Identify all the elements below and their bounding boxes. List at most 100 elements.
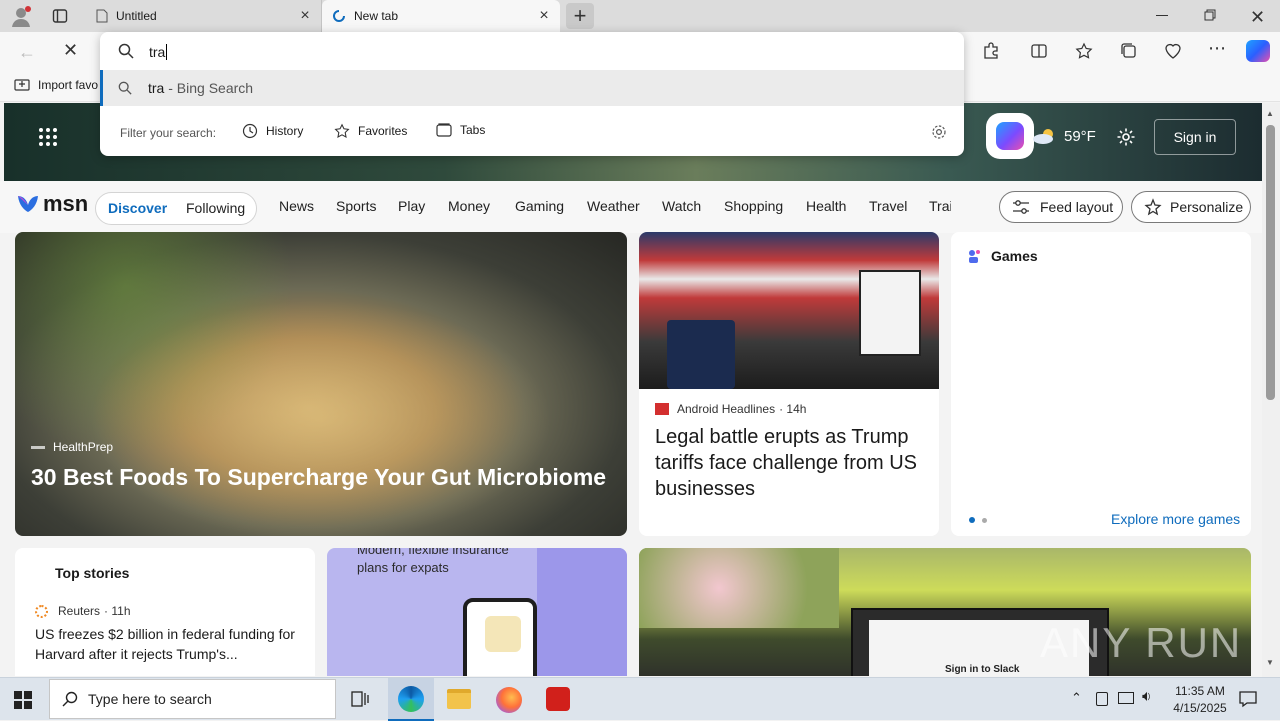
nav-sports[interactable]: Sports <box>336 198 376 214</box>
firefox-icon[interactable] <box>496 687 522 713</box>
profile-icon[interactable] <box>10 5 32 27</box>
tariff-chart-board <box>859 270 921 356</box>
partly-cloudy-icon <box>1032 127 1058 145</box>
star-icon <box>334 123 350 139</box>
scroll-up-icon[interactable]: ▲ <box>1266 109 1274 118</box>
volume-icon[interactable]: 🔉︎ <box>1142 688 1151 705</box>
tab-actions-icon[interactable] <box>52 8 68 24</box>
news-title[interactable]: Legal battle erupts as Trump tariffs fac… <box>655 424 927 502</box>
start-button[interactable] <box>14 691 32 709</box>
feed-layout-label: Feed layout <box>1040 199 1114 215</box>
copilot-badge[interactable] <box>986 113 1034 159</box>
stop-icon[interactable]: ✕ <box>63 40 78 61</box>
segment-discover[interactable]: Discover <box>108 200 167 216</box>
explore-games-link[interactable]: Explore more games <box>1111 511 1240 527</box>
ad-text-line-1: Modern, flexible insurance <box>357 548 509 557</box>
extensions-icon[interactable] <box>982 42 1000 60</box>
acrobat-icon[interactable] <box>546 687 570 711</box>
segment-following[interactable]: Following <box>186 200 245 216</box>
filter-label: Filter your search: <box>120 126 217 140</box>
import-icon <box>14 78 30 92</box>
close-window-icon[interactable]: ✕ <box>1250 7 1265 28</box>
filter-favorites-label: Favorites <box>358 124 408 138</box>
network-icon[interactable] <box>1118 692 1134 704</box>
collections-icon[interactable] <box>1120 42 1138 60</box>
performance-icon[interactable] <box>1164 42 1182 60</box>
msn-butterfly-icon <box>16 193 40 215</box>
nav-travel[interactable]: Travel <box>869 198 907 214</box>
show-hidden-icons[interactable]: ⌃ <box>1071 690 1082 706</box>
top-stories-card: Top stories Reuters · 11h US freezes $2 … <box>15 548 315 676</box>
story-age: · 11h <box>104 604 131 618</box>
filter-favorites[interactable]: Favorites <box>334 123 407 139</box>
more-icon[interactable]: ⋯ <box>1208 38 1226 59</box>
insurance-ad-card[interactable]: Modern, flexible insurance plans for exp… <box>327 548 627 676</box>
personalize-button[interactable]: Personalize <box>1131 191 1251 223</box>
search-settings-icon[interactable] <box>931 124 947 140</box>
notifications-icon[interactable] <box>1239 690 1257 708</box>
minimize-icon[interactable] <box>1156 15 1168 16</box>
nav-money[interactable]: Money <box>448 198 490 214</box>
clock-time[interactable]: 11:35 AM <box>1170 684 1230 698</box>
new-tab-button[interactable]: + <box>566 3 594 29</box>
nav-health[interactable]: Health <box>806 198 846 214</box>
import-favorites-link[interactable]: Import favo <box>14 78 98 92</box>
story-headline[interactable]: US freezes $2 billion in federal funding… <box>35 624 303 664</box>
restore-icon[interactable] <box>1204 9 1216 21</box>
carousel-dot-active[interactable] <box>969 517 975 523</box>
loading-icon <box>332 9 346 23</box>
slack-caption: Sign in to Slack <box>945 664 1020 675</box>
news-photo <box>639 232 939 389</box>
close-tab-icon[interactable]: × <box>295 6 315 26</box>
sign-in-button[interactable]: Sign in <box>1154 119 1236 155</box>
apps-grid-icon[interactable] <box>38 127 58 147</box>
split-screen-icon[interactable] <box>1030 42 1048 60</box>
page-scrollbar[interactable]: ▲ ▼ <box>1262 103 1280 677</box>
device-icon[interactable] <box>1096 692 1108 706</box>
news-age: · 14h <box>779 402 807 416</box>
story-source-name: Reuters <box>58 604 101 618</box>
suggestion-row[interactable]: tra - Bing Search <box>100 70 964 106</box>
tab-untitled[interactable]: Untitled × <box>86 0 322 32</box>
story-source: Reuters · 11h <box>35 604 131 618</box>
nav-weather[interactable]: Weather <box>587 198 640 214</box>
games-card[interactable]: Games Explore more games <box>951 232 1251 536</box>
android-headlines-icon <box>655 403 669 415</box>
personalize-label: Personalize <box>1170 199 1244 215</box>
copilot-icon[interactable] <box>1246 40 1270 62</box>
nav-traffic[interactable]: Trai <box>929 198 951 214</box>
nav-shopping[interactable]: Shopping <box>724 198 783 214</box>
task-view-icon[interactable] <box>351 691 369 707</box>
msn-logo[interactable]: msn <box>16 191 88 217</box>
nav-news[interactable]: News <box>279 198 314 214</box>
news-article-card[interactable]: Android Headlines · 14h Legal battle eru… <box>639 232 939 536</box>
news-source-name: Android Headlines <box>677 402 776 416</box>
carousel-dot[interactable] <box>982 518 987 523</box>
tab-new-tab[interactable]: New tab × <box>322 0 560 32</box>
settings-icon[interactable] <box>1116 127 1136 147</box>
scroll-thumb[interactable] <box>1266 125 1275 400</box>
search-suggestion-icon <box>118 81 132 95</box>
nav-gaming[interactable]: Gaming <box>515 198 564 214</box>
nav-play[interactable]: Play <box>398 198 425 214</box>
weather-widget[interactable]: 59°F <box>1032 127 1096 145</box>
hero-title[interactable]: 30 Best Foods To Supercharge Your Gut Mi… <box>31 464 621 491</box>
filter-history[interactable]: History <box>242 123 303 139</box>
scroll-down-icon[interactable]: ▼ <box>1266 658 1274 667</box>
hero-article-card[interactable]: HealthPrep 30 Best Foods To Supercharge … <box>15 232 627 536</box>
taskbar-search-box[interactable]: Type here to search <box>49 679 336 719</box>
clock-date[interactable]: 4/15/2025 <box>1168 701 1232 715</box>
favorites-icon[interactable] <box>1075 42 1093 60</box>
feed-layout-button[interactable]: Feed layout <box>999 191 1123 223</box>
back-icon[interactable]: ← <box>18 42 36 63</box>
filter-tabs[interactable]: Tabs <box>436 123 485 137</box>
ad-text-line-2: plans for expats <box>357 560 449 575</box>
tab-title: Untitled <box>116 9 157 23</box>
nav-watch[interactable]: Watch <box>662 198 701 214</box>
copilot-logo-icon <box>996 122 1024 150</box>
file-explorer-icon[interactable] <box>447 689 471 709</box>
new-tab-page: 59°F Sign in msn Discover Following News… <box>0 103 1262 676</box>
edge-taskbar-button[interactable] <box>388 678 434 721</box>
close-tab-icon[interactable]: × <box>534 6 554 26</box>
address-input[interactable]: tra <box>149 42 929 62</box>
